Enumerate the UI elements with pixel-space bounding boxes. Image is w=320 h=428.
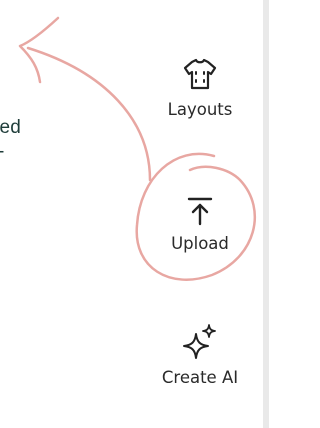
tool-upload-button[interactable]: Upload	[145, 194, 255, 253]
canvas-partial-text: ted	[0, 117, 22, 138]
tshirt-icon	[183, 58, 217, 90]
tool-create-ai-label: Create AI	[161, 368, 239, 387]
upload-icon	[187, 197, 213, 226]
canvas-partial-text-2: -	[0, 141, 4, 163]
tool-layouts-button[interactable]: Layouts	[145, 56, 255, 119]
tool-create-ai-button[interactable]: Create AI	[145, 322, 255, 387]
scrollbar-rail[interactable]	[263, 0, 269, 428]
tool-upload-label: Upload	[171, 234, 229, 253]
sparkles-icon	[183, 324, 216, 359]
tool-layouts-label: Layouts	[167, 100, 233, 119]
